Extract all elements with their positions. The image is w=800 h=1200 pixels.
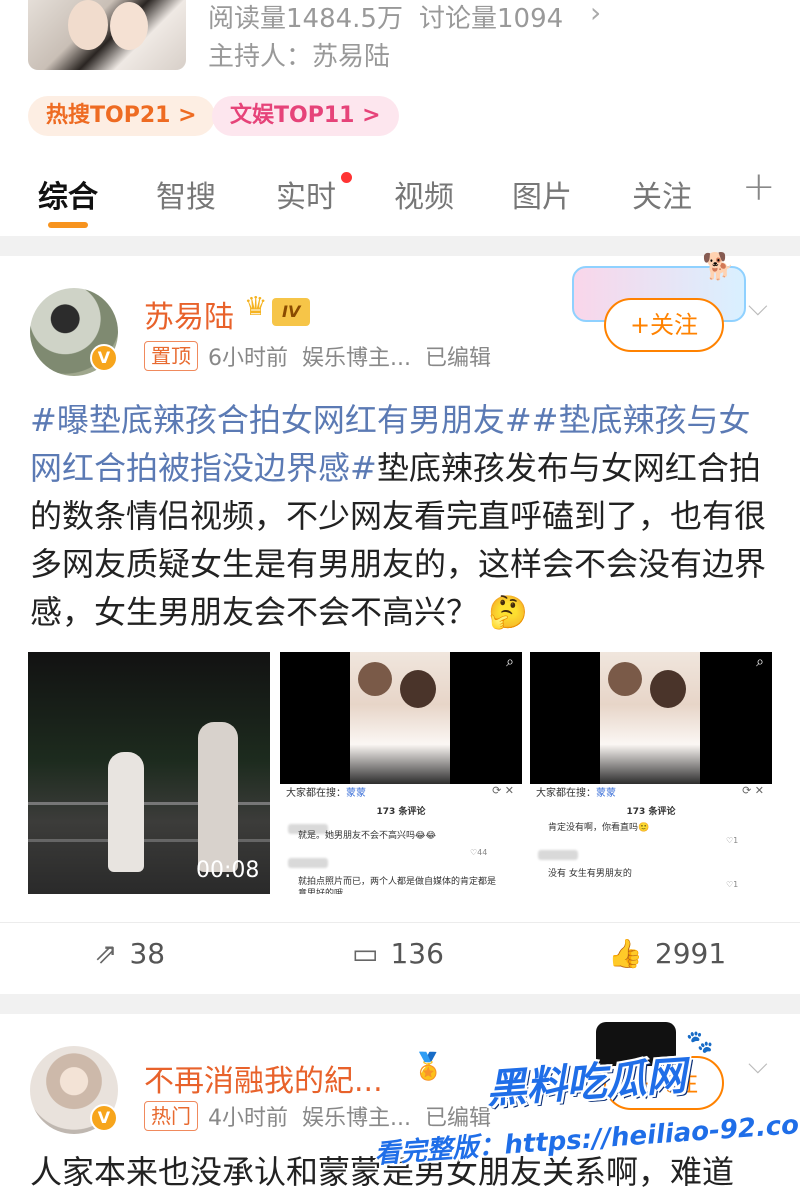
follow-button[interactable]: +关注 (604, 298, 724, 352)
notification-dot (341, 172, 352, 183)
comment-icon: ▭ (352, 937, 379, 970)
chevron-right-icon[interactable]: › (590, 0, 601, 29)
like-count: 2991 (654, 937, 727, 970)
entertainment-rank-badge[interactable]: 文娱TOP11 > (212, 96, 399, 136)
post-text[interactable]: #曝垫底辣孩合拍女网红有男朋友##垫底辣孩与女网红合拍被指没边界感#垫底辣孩发布… (30, 396, 770, 636)
edited-label: 已编辑 (424, 1106, 491, 1131)
post-time: 4小时前 (208, 1106, 288, 1131)
level-badge[interactable]: IV (272, 298, 311, 326)
thinking-emoji-icon: 🤔 (488, 593, 529, 631)
paw-icon: 🐾 (686, 1030, 714, 1055)
tab-bar: 综合 智搜 实时 视频 图片 关注 + (0, 160, 800, 232)
section-divider (0, 236, 800, 256)
tab-realtime[interactable]: 实时 (276, 172, 336, 216)
screenshot-image-1[interactable]: ⌕ 大家都在搜：蒙蒙 ⟳ ✕ 173 条评论 就是。她男朋友不会不高兴吗😂😂 ♡4… (280, 652, 522, 894)
zoom-icon: ⌕ (506, 654, 514, 670)
video-duration: 00:08 (196, 858, 260, 883)
like-button[interactable]: 👍 2991 (608, 937, 726, 970)
tab-video[interactable]: 视频 (394, 172, 454, 216)
thumbs-up-icon: 👍 (608, 937, 643, 970)
chevron-down-icon[interactable]: ⌵ (748, 292, 768, 323)
zoom-icon: ⌕ (756, 654, 764, 670)
section-divider (0, 994, 800, 1014)
tab-comprehensive[interactable]: 综合 (38, 172, 98, 216)
tab-images[interactable]: 图片 (512, 172, 572, 216)
post-meta: 置顶 6小时前 娱乐博主... 已编辑 (144, 340, 505, 372)
hot-tag: 热门 (144, 1101, 198, 1131)
post-action-bar: ⇗ 38 ▭ 136 👍 2991 (0, 922, 800, 988)
username[interactable]: 不再消融我的紀... (144, 1056, 383, 1100)
add-tab-icon[interactable]: + (742, 164, 776, 210)
dog-icon: 🐕 (702, 252, 735, 282)
comment-button[interactable]: ▭ 136 (352, 937, 444, 970)
active-tab-indicator (48, 222, 88, 228)
tab-following[interactable]: 关注 (632, 172, 692, 216)
topic-cover-image[interactable] (28, 0, 186, 70)
crown-icon: ♛ (244, 292, 268, 322)
share-icon: ⇗ (94, 937, 118, 970)
chevron-down-icon[interactable]: ⌵ (748, 1050, 768, 1081)
comment-count: 136 (390, 937, 444, 970)
post-time: 6小时前 (208, 346, 288, 371)
post-text[interactable]: 人家本来也没承认和蒙蒙是男女朋友关系啊，难道 (30, 1148, 770, 1196)
badge-icon: 🏅 (412, 1052, 445, 1082)
topic-header: 阅读量1484.5万 讨论量1094 › 主持人：苏易陆 (0, 0, 800, 92)
follow-button[interactable]: +关注 (604, 1056, 724, 1110)
hot-search-rank-badge[interactable]: 热搜TOP21 > (28, 96, 215, 136)
post-meta: 热门 4小时前 娱乐博主... 已编辑 (144, 1100, 505, 1132)
tab-smart-search[interactable]: 智搜 (156, 172, 216, 216)
repost-count: 38 (129, 937, 166, 970)
username[interactable]: 苏易陆 (144, 292, 234, 336)
post-source: 娱乐博主... (302, 1106, 411, 1131)
topic-stats: 阅读量1484.5万 讨论量1094 (208, 0, 563, 35)
repost-button[interactable]: ⇗ 38 (94, 937, 165, 970)
topic-host: 主持人：苏易陆 (208, 42, 391, 72)
pinned-tag: 置顶 (144, 341, 198, 371)
verified-icon: V (90, 1104, 118, 1132)
edited-label: 已编辑 (424, 346, 491, 371)
verified-icon: V (90, 344, 118, 372)
read-count: 阅读量1484.5万 (208, 4, 403, 34)
post-source: 娱乐博主... (302, 346, 411, 371)
discussion-count: 讨论量1094 (418, 4, 564, 34)
screenshot-image-2[interactable]: ⌕ 大家都在搜：蒙蒙 ⟳ ✕ 173 条评论 肯定没有啊，你看直吗🙂 ♡1 没有 … (530, 652, 772, 894)
